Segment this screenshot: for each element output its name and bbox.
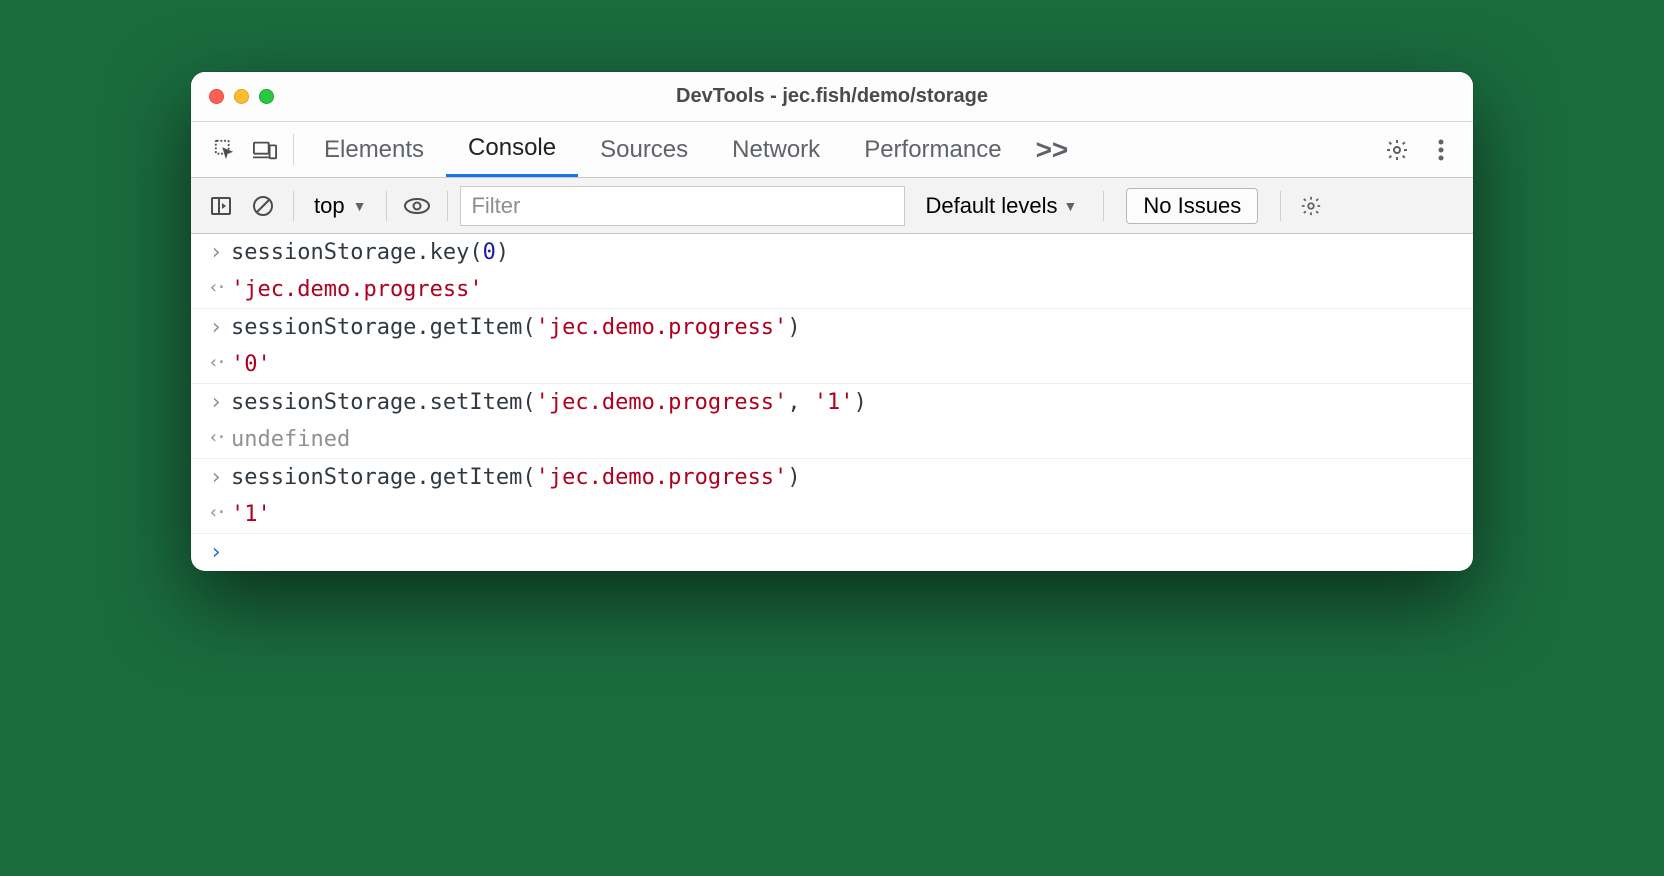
- tab-elements[interactable]: Elements: [302, 122, 446, 177]
- context-label: top: [314, 193, 345, 219]
- console-row: ‹·undefined: [191, 421, 1473, 459]
- console-row: ›: [191, 534, 1473, 571]
- console-text: undefined: [231, 427, 350, 452]
- toolbar-right: [1358, 122, 1463, 177]
- console-text: sessionStorage.getItem('jec.demo.progres…: [231, 465, 801, 490]
- output-marker-icon: ‹·: [201, 352, 231, 373]
- settings-gear-icon[interactable]: [1375, 138, 1419, 162]
- clear-console-icon[interactable]: [245, 195, 281, 217]
- log-levels-selector[interactable]: Default levels ▼: [911, 193, 1091, 219]
- console-row: ›sessionStorage.getItem('jec.demo.progre…: [191, 459, 1473, 496]
- console-row: ›sessionStorage.setItem('jec.demo.progre…: [191, 384, 1473, 421]
- panel-tabs: Elements Console Sources Network Perform…: [302, 122, 1024, 177]
- filter-input[interactable]: [460, 186, 905, 226]
- issues-button[interactable]: No Issues: [1126, 188, 1258, 224]
- context-selector[interactable]: top ▼: [306, 193, 374, 219]
- console-text: '1': [231, 502, 271, 527]
- chevron-down-icon: ▼: [1064, 198, 1078, 214]
- input-marker-icon: ›: [201, 240, 231, 265]
- console-text: sessionStorage.key(0): [231, 240, 509, 265]
- separator: [293, 134, 294, 165]
- input-marker-icon: ›: [201, 465, 231, 490]
- console-text: 'jec.demo.progress': [231, 277, 483, 302]
- console-settings-gear-icon[interactable]: [1293, 195, 1329, 217]
- separator: [386, 191, 387, 221]
- prompt-marker-icon: ›: [201, 540, 231, 565]
- more-tabs-button[interactable]: >>: [1024, 122, 1081, 177]
- output-marker-icon: ‹·: [201, 427, 231, 448]
- console-output[interactable]: ›sessionStorage.key(0)‹·'jec.demo.progre…: [191, 234, 1473, 571]
- toggle-sidebar-icon[interactable]: [203, 195, 239, 217]
- devtools-window: DevTools - jec.fish/demo/storage Element…: [191, 72, 1473, 571]
- chevron-down-icon: ▼: [353, 198, 367, 214]
- separator: [293, 191, 294, 221]
- console-toolbar: top ▼ Default levels ▼ No Issues: [191, 178, 1473, 234]
- separator: [447, 191, 448, 221]
- console-text: sessionStorage.setItem('jec.demo.progres…: [231, 390, 867, 415]
- console-row: ›sessionStorage.key(0): [191, 234, 1473, 271]
- tab-console[interactable]: Console: [446, 122, 578, 177]
- output-marker-icon: ‹·: [201, 277, 231, 298]
- separator: [1280, 191, 1281, 221]
- console-row: ‹·'1': [191, 496, 1473, 534]
- window-title: DevTools - jec.fish/demo/storage: [191, 85, 1473, 108]
- device-toggle-icon[interactable]: [245, 122, 285, 177]
- main-toolbar: Elements Console Sources Network Perform…: [191, 122, 1473, 178]
- tab-network[interactable]: Network: [710, 122, 842, 177]
- live-expression-icon[interactable]: [399, 196, 435, 216]
- inspect-element-icon[interactable]: [205, 122, 245, 177]
- console-row: ›sessionStorage.getItem('jec.demo.progre…: [191, 309, 1473, 346]
- console-row: ‹·'0': [191, 346, 1473, 384]
- output-marker-icon: ‹·: [201, 502, 231, 523]
- input-marker-icon: ›: [201, 315, 231, 340]
- console-row: ‹·'jec.demo.progress': [191, 271, 1473, 309]
- kebab-menu-icon[interactable]: [1419, 139, 1463, 161]
- tab-sources[interactable]: Sources: [578, 122, 710, 177]
- console-text: '0': [231, 352, 271, 377]
- input-marker-icon: ›: [201, 390, 231, 415]
- levels-label: Default levels: [925, 193, 1057, 219]
- separator: [1103, 191, 1104, 221]
- tab-performance[interactable]: Performance: [842, 122, 1023, 177]
- console-text: sessionStorage.getItem('jec.demo.progres…: [231, 315, 801, 340]
- titlebar: DevTools - jec.fish/demo/storage: [191, 72, 1473, 122]
